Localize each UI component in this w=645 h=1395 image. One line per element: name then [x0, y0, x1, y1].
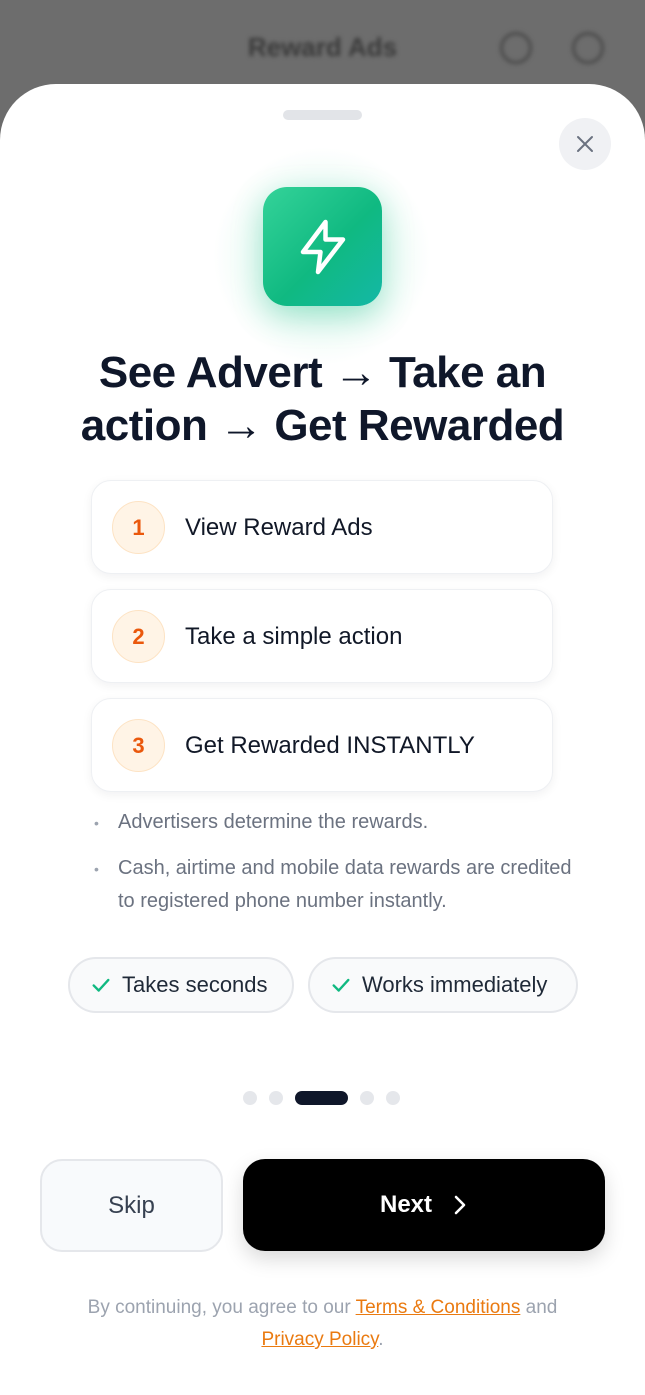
page-dot-active[interactable] [295, 1091, 348, 1105]
headline: See Advert → Take an action → Get Reward… [40, 346, 605, 452]
feature-pill: Takes seconds [68, 957, 294, 1013]
check-icon [330, 974, 352, 996]
terms-link[interactable]: Terms & Conditions [356, 1297, 521, 1318]
page-dot[interactable] [360, 1091, 374, 1105]
notes-list: Advertisers determine the rewards. Cash,… [92, 806, 572, 931]
step-card: 1 View Reward Ads [91, 480, 553, 574]
step-number: 2 [112, 610, 165, 663]
steps-list: 1 View Reward Ads 2 Take a simple action… [91, 480, 553, 807]
feature-pill-label: Works immediately [362, 972, 548, 997]
chevron-right-icon [452, 1194, 468, 1216]
hero-icon-tile [263, 187, 382, 306]
feature-pills: Takes seconds Works immediately [68, 957, 588, 1013]
step-label: Get Rewarded INSTANTLY [185, 732, 475, 759]
page-dot[interactable] [269, 1091, 283, 1105]
headline-line-1: See Advert → Take an [98, 348, 547, 397]
step-number: 1 [112, 501, 165, 554]
onboarding-sheet: See Advert → Take an action → Get Reward… [0, 84, 645, 1395]
step-number: 3 [112, 719, 165, 772]
step-label: Take a simple action [185, 623, 403, 650]
background-title: Reward Ads [247, 32, 398, 62]
drag-handle[interactable] [283, 110, 362, 120]
settings-icon [572, 32, 604, 64]
legal-prefix: By continuing, you agree to our [87, 1297, 351, 1318]
pagination-dots [243, 1091, 400, 1105]
feature-pill-label: Takes seconds [122, 972, 268, 997]
step-label: View Reward Ads [185, 514, 373, 541]
skip-button[interactable]: Skip [40, 1159, 223, 1252]
legal-and: and [525, 1297, 558, 1318]
close-icon [577, 136, 593, 152]
feature-pill: Works immediately [308, 957, 578, 1013]
privacy-link[interactable]: Privacy Policy [261, 1329, 378, 1350]
next-button-label: Next [379, 1191, 433, 1218]
lightning-bolt-icon [300, 219, 345, 274]
check-icon [90, 974, 112, 996]
headline-line-2: action → Get Rewarded [80, 401, 565, 450]
legal-text: By continuing, you agree to our Terms & … [30, 1292, 615, 1356]
note-item: Cash, airtime and mobile data rewards ar… [92, 852, 572, 918]
step-card: 2 Take a simple action [91, 589, 553, 683]
page-dot[interactable] [243, 1091, 257, 1105]
next-button[interactable]: Next [243, 1159, 605, 1251]
page-dot[interactable] [386, 1091, 400, 1105]
note-item: Advertisers determine the rewards. [92, 806, 572, 840]
legal-suffix: . [378, 1329, 384, 1350]
search-icon [500, 32, 532, 64]
close-button[interactable] [559, 118, 611, 170]
step-card: 3 Get Rewarded INSTANTLY [91, 698, 553, 792]
